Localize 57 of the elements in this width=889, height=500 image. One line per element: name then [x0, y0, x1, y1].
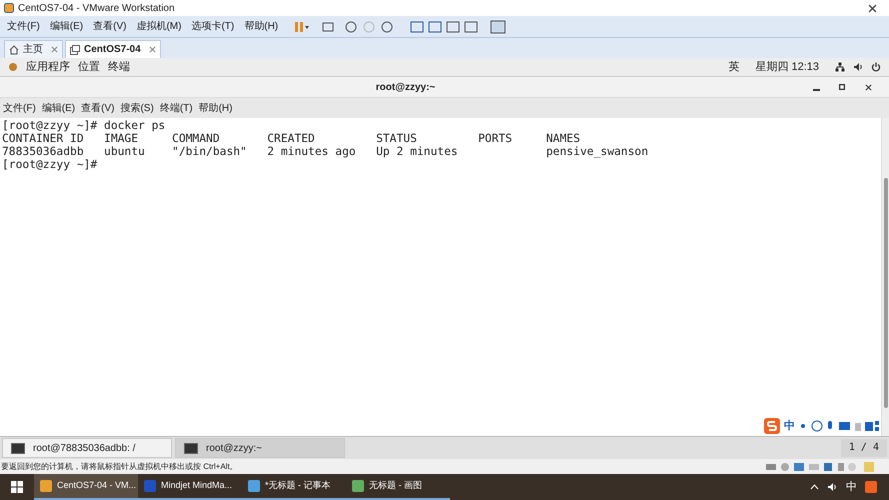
top-bar-menu[interactable]: 终端 [108, 58, 130, 76]
menu-item[interactable]: 虚拟机(M) [133, 19, 184, 34]
input-method-indicator[interactable]: 英 [728, 58, 740, 76]
sogou-icon[interactable] [764, 418, 780, 434]
taskbar-button[interactable]: Mindjet MindMa... [138, 474, 242, 500]
terminal-title: root@zzyy:~ [374, 80, 436, 94]
terminal-menu-item[interactable]: 帮助(H) [198, 100, 232, 116]
taskbar-button[interactable]: 无标题 - 画图 [346, 474, 450, 500]
apps-icon[interactable] [8, 62, 18, 72]
app-icon [4, 3, 14, 13]
top-bar-menu[interactable]: 应用程序 [26, 58, 70, 76]
terminal-menu-item[interactable]: 文件(F) [3, 100, 36, 116]
menu-item[interactable]: 编辑(E) [46, 19, 86, 34]
terminal-menu-item[interactable]: 查看(V) [81, 100, 114, 116]
vm-tab[interactable]: CentOS7-04 [65, 40, 161, 58]
close-icon[interactable] [868, 4, 877, 12]
workspace-indicator[interactable]: 1 / 4 [840, 439, 887, 457]
status-message: 要返回到您的计算机，请将鼠标指针从虚拟机中移出或按 Ctrl+Alt。 [1, 460, 239, 472]
scrollbar[interactable] [881, 118, 889, 436]
terminal-menu-item[interactable]: 终端(T) [160, 100, 193, 116]
close-icon[interactable] [864, 84, 872, 90]
window-list-button[interactable]: root@zzyy:~ [175, 438, 345, 458]
terminal-icon [184, 442, 198, 454]
terminal-line: [root@zzyy ~]# docker ps [2, 119, 166, 132]
home-icon [9, 44, 19, 54]
menu-item[interactable]: 选项卡(T) [188, 19, 238, 34]
network-icon[interactable] [835, 62, 845, 72]
clock[interactable]: 星期四 12:13 [755, 58, 819, 76]
vm-tab[interactable]: 主页 [4, 40, 63, 58]
menu-item[interactable]: 文件(F) [4, 19, 43, 34]
volume-icon[interactable] [827, 482, 838, 492]
menu-item[interactable]: 查看(V) [90, 19, 130, 34]
chevron-up-icon[interactable] [810, 484, 819, 490]
close-tab-icon[interactable] [148, 46, 156, 53]
top-bar-menu[interactable]: 位置 [78, 58, 100, 76]
menu-item[interactable]: 帮助(H) [241, 19, 282, 34]
taskbar-button[interactable]: CentOS7-04 - VM... [34, 474, 138, 500]
terminal-line: [root@zzyy ~]# [2, 158, 98, 171]
windows-start-icon[interactable] [11, 481, 23, 493]
terminal-icon [11, 442, 25, 454]
vm-icon [70, 44, 80, 54]
tray-ime[interactable]: 中 [846, 478, 857, 496]
ime-mode[interactable]: 中 [784, 418, 795, 434]
pause-icon[interactable] [293, 20, 310, 32]
volume-icon[interactable] [853, 62, 863, 72]
terminal-line: 78835036adbb ubuntu "/bin/bash" 2 minutes ago Up 2 minutes pensive_swanson [2, 145, 648, 158]
ime-toolbar-icons-drawing[interactable] [799, 420, 879, 432]
taskbar-button[interactable]: *无标题 - 记事本 [242, 474, 346, 500]
power-icon[interactable] [871, 62, 881, 72]
window-title: CentOS7-04 - VMware Workstation [18, 2, 175, 16]
terminal-menu-item[interactable]: 搜索(S) [120, 100, 154, 116]
terminal-line: CONTAINER ID IMAGE COMMAND CREATED STATUS PORTS NAMES [2, 132, 580, 145]
close-tab-icon[interactable] [51, 46, 58, 53]
maximize-icon[interactable] [839, 84, 845, 90]
terminal-menu-item[interactable]: 编辑(E) [42, 100, 76, 116]
window-list-button[interactable]: root@78835036adbb: / [2, 438, 172, 458]
device-icons-drawing[interactable] [766, 462, 876, 472]
